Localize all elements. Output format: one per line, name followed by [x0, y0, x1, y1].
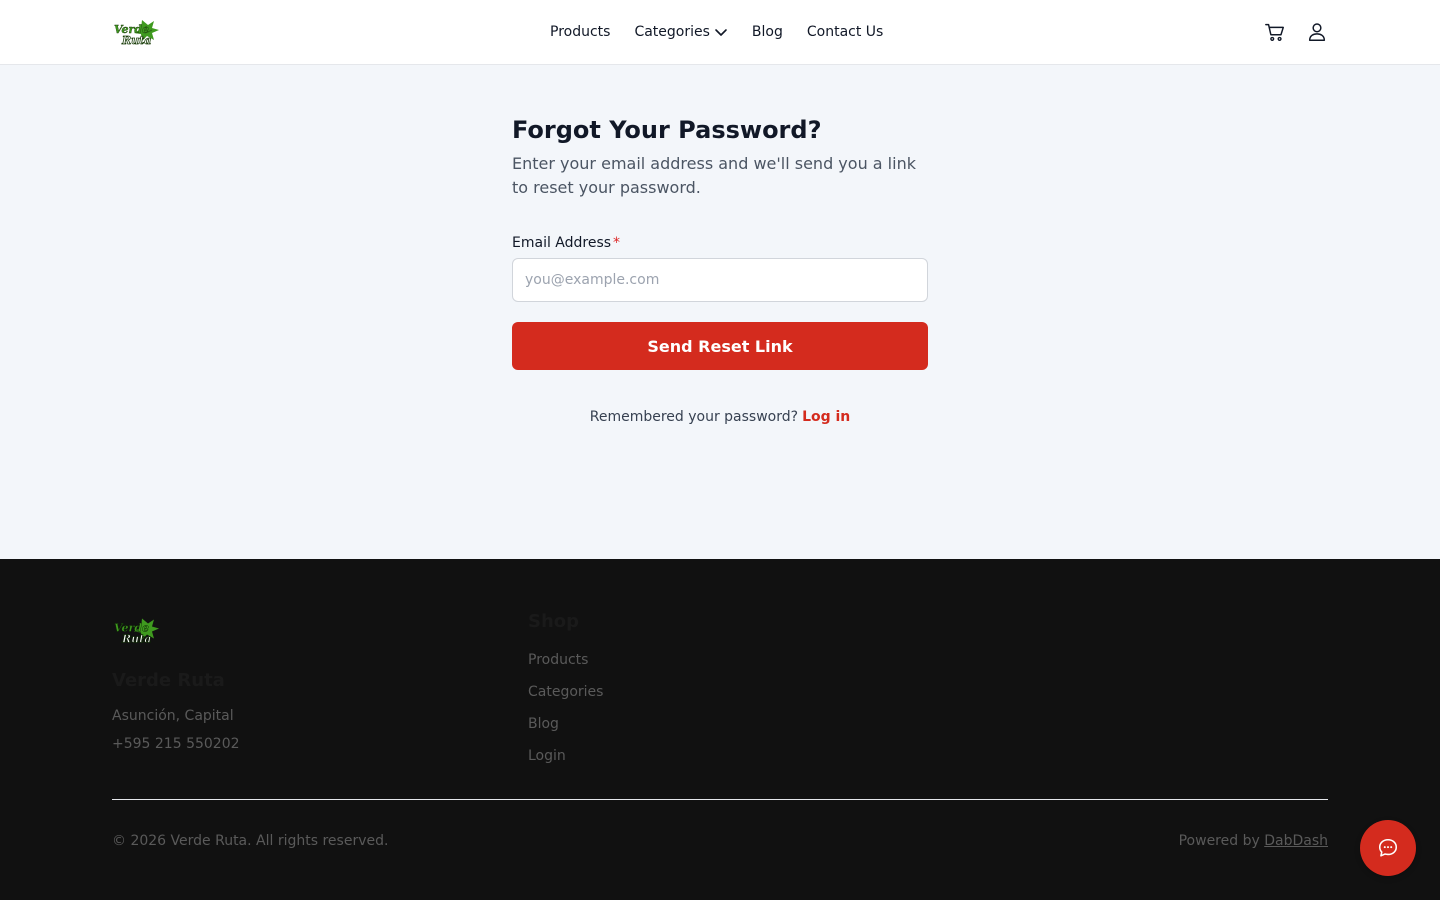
footer-address: Asunción, Capital: [112, 708, 234, 724]
svg-text:Ruta: Ruta: [121, 34, 151, 47]
page-subtitle: Enter your email address and we'll send …: [512, 154, 916, 197]
email-label-text: Email Address: [512, 235, 612, 251]
footer-link-products[interactable]: Products: [528, 651, 603, 669]
footer-divider: [112, 799, 1328, 800]
nav-products[interactable]: Products: [550, 22, 610, 42]
remember-text: Remembered your password? Log in: [512, 408, 928, 426]
email-label: Email Address *: [512, 234, 928, 252]
required-mark: *: [613, 235, 621, 251]
site-header: Verde Ruta Products Categories Blog Cont…: [0, 0, 1440, 65]
chat-button[interactable]: [1360, 820, 1416, 876]
svg-text:Ruta: Ruta: [121, 633, 151, 646]
page-title: Forgot Your Password?: [512, 116, 822, 144]
cart-icon[interactable]: [1264, 20, 1286, 44]
user-icon[interactable]: [1306, 20, 1328, 44]
remember-prompt: Remembered your password?: [589, 409, 799, 425]
chat-bubble-icon: [1378, 838, 1398, 857]
nav-blog[interactable]: Blog: [752, 22, 783, 42]
brand-logo[interactable]: Verde Ruta: [112, 16, 160, 48]
header-actions: [1264, 20, 1328, 44]
forgot-password-form: Forgot Your Password? Enter your email a…: [512, 116, 928, 426]
nav-contact[interactable]: Contact Us: [807, 22, 883, 42]
nav-categories-label: Categories: [634, 24, 710, 40]
powered-prefix: Powered by: [1178, 833, 1260, 849]
main-nav: Products Categories Blog Contact Us: [550, 22, 883, 42]
footer-shop-heading: Shop: [528, 611, 580, 632]
footer-powered-by: Powered by DabDash: [1179, 833, 1328, 849]
main-content: Forgot Your Password? Enter your email a…: [0, 65, 1440, 559]
send-reset-link-button[interactable]: Send Reset Link: [512, 322, 928, 370]
chevron-down-icon: [715, 29, 727, 36]
footer-copyright: © 2026 Verde Ruta. All rights reserved.: [112, 833, 389, 849]
footer-logo[interactable]: Verde Ruta: [112, 614, 160, 647]
footer-shop-links: Products Categories Blog Login: [528, 651, 603, 779]
dabdash-link[interactable]: DabDash: [1264, 833, 1328, 849]
footer-link-categories[interactable]: Categories: [528, 683, 603, 701]
footer-brand: Verde Ruta: [112, 670, 225, 691]
site-footer: Verde Ruta Verde Ruta Asunción, Capital …: [0, 559, 1440, 900]
footer-link-blog[interactable]: Blog: [528, 715, 603, 733]
email-input[interactable]: [512, 258, 928, 302]
login-link[interactable]: Log in: [802, 409, 850, 425]
nav-categories[interactable]: Categories: [634, 22, 727, 42]
footer-phone: +595 215 550202: [112, 736, 240, 752]
footer-link-login[interactable]: Login: [528, 747, 603, 765]
